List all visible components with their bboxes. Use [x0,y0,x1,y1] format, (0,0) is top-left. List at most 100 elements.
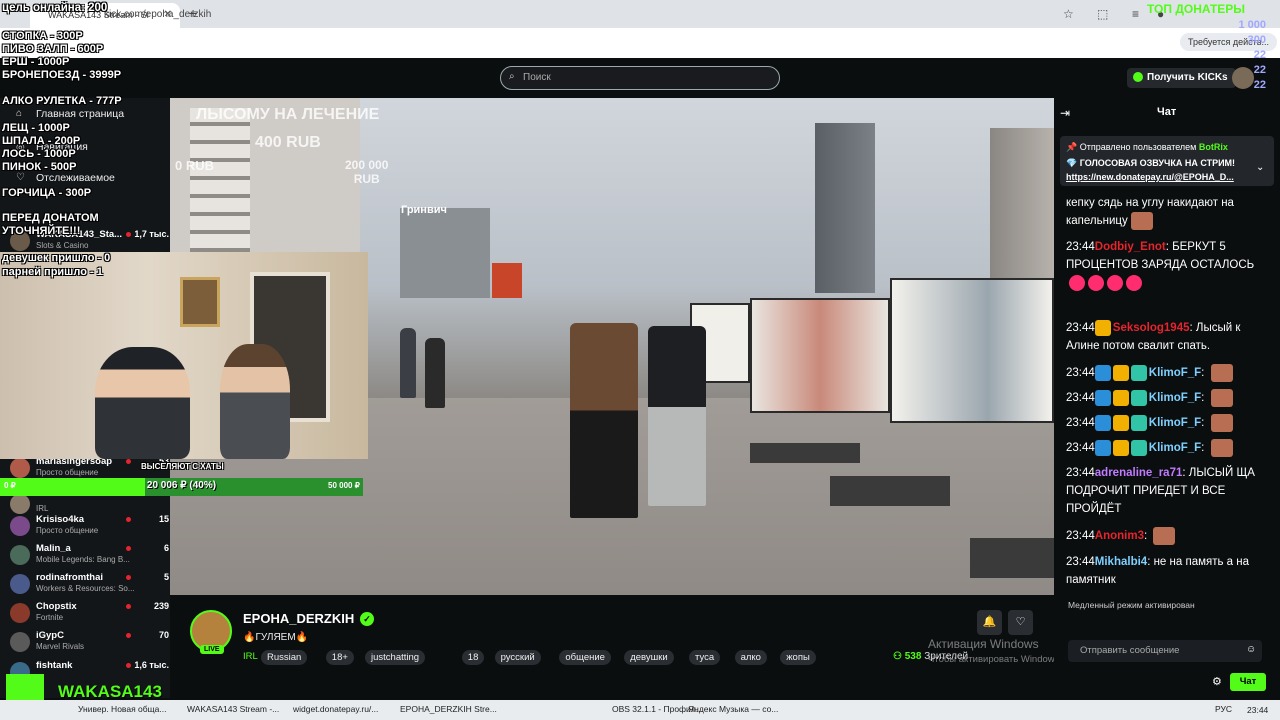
price-list-item: СТОПКА - 300Р [2,30,83,42]
message-username[interactable]: KlimoF_F [1149,417,1201,429]
message-time: 23:44 [1066,417,1095,430]
webcam-overlay [0,252,368,459]
taskbar-item[interactable]: EPOHA_DERZKIH Stre... [400,704,497,714]
message-colon: : [1201,442,1208,455]
channel-viewer-count: 1,7 тыс. [134,229,169,239]
get-kicks-button[interactable]: Получить KICKs [1127,68,1236,88]
message-username[interactable]: KlimoF_F [1149,442,1201,454]
chevron-down-icon[interactable]: ⌄ [1256,162,1264,173]
face-emote-icon [1130,212,1153,230]
exhibit-board [890,278,1054,423]
bookmark-star-icon[interactable]: ☆ [1063,7,1074,21]
gear-icon[interactable]: ⚙ [1212,675,1222,688]
stream-tag[interactable]: 18 [461,650,485,665]
media-list-icon[interactable]: ≡ [1132,7,1139,21]
verified-icon: ✓ [360,612,374,626]
sidebar-item-home[interactable]: Главная страница [36,108,124,120]
stream-tag[interactable]: туса [689,650,721,665]
channel-avatar [10,516,30,536]
send-chat-button[interactable]: Чат [1230,673,1266,691]
sub-badge-icon [1130,365,1147,381]
stream-tag[interactable]: девушки [624,650,674,665]
pinned-text: ГОЛОСОВАЯ ОЗВУЧКА НА СТРИМ! [1079,158,1236,168]
top-donator-amount: 1 000 [1238,19,1266,31]
collapse-chat-icon[interactable]: ⇥ [1060,106,1070,120]
price-list-item: ЛЕЩ - 1000Р [2,122,70,134]
taskbar-item[interactable]: WAKASA143 Stream -... [187,704,279,714]
face-emote-icon [1210,364,1233,382]
message-time: 23:44 [1066,392,1095,405]
chat-message: 23:44Mikhalbi4: не на память а на памятн… [1066,553,1266,589]
top-donator-amount: 22 [1253,49,1266,61]
channel-viewer-count: 5 [163,572,169,582]
progress-label: 20 006 ₽ (40%) [146,480,217,491]
stream-tag[interactable]: общение [559,650,611,665]
stream-category[interactable]: IRL [243,651,258,662]
heart-emote-icon [1069,274,1085,291]
sidebar-channel[interactable]: Krisiso4ka Просто общение 15 [10,514,169,538]
stream-tag[interactable]: Russian [261,650,308,665]
message-colon: : [1201,367,1208,380]
pinned-link[interactable]: https://new.donatepay.ru/@EPOHA_D... [1066,172,1234,182]
message-time: 23:44 [1066,467,1095,479]
message-username[interactable]: KlimoF_F [1149,367,1201,379]
chat-input[interactable]: Отправить сообщение [1068,640,1262,662]
stream-tag[interactable]: 18+ [325,650,354,665]
sidebar-item-following[interactable]: Отслеживаемое [36,172,115,184]
channel-category: Просто общение [36,526,99,535]
channel-category: Mobile Legends: Bang B... [36,555,130,564]
crown-icon [1112,365,1129,381]
sidebar-channel[interactable]: Chopstix Fortnite 239 [10,601,169,625]
sub-badge-icon [1130,390,1147,406]
face-emote-icon [1210,389,1233,407]
stream-tag[interactable]: жопы [780,650,816,665]
streamer-name[interactable]: EPOHA_DERZKIH [243,611,354,626]
price-list-item: БРОНЕПОЕЗД - 3999Р [2,69,122,81]
sidebar-channel[interactable]: rodinafromthai Workers & Resources: So...… [10,572,169,596]
channel-name: iGypC [36,630,64,641]
stream-tag[interactable]: justchatting [365,650,426,665]
live-dot-icon [126,459,131,464]
taskbar-item[interactable]: Яндекс Музыка — со... [688,704,778,714]
language-indicator[interactable]: РУС [1215,704,1232,714]
channel-name: Malin_a [36,543,71,554]
channel-category: Fortnite [36,613,64,622]
online-goal-text: цель онлайна: 200 [2,2,108,14]
pinned-user[interactable]: BotRix [1199,142,1228,152]
message-username[interactable]: KlimoF_F [1149,392,1201,404]
message-username[interactable]: adrenaline_ra71 [1095,467,1183,479]
slowmode-notice: Медленный режим активирован [1068,600,1195,610]
person-black-jacket [648,326,706,506]
taskbar-item[interactable]: widget.donatepay.ru/... [293,704,378,714]
bell-icon[interactable]: 🔔 [977,610,1002,635]
clock: 23:44 [1247,705,1269,715]
extensions-icon[interactable]: ⬚ [1097,7,1108,21]
live-dot-icon [126,663,131,668]
sidebar-channel[interactable]: Malin_a Mobile Legends: Bang B... 6 [10,543,169,567]
taskbar-item[interactable]: Универ. Новая обща... [78,704,166,714]
sidebar-channel[interactable]: iGypC Marvel Rivals 70 [10,630,169,654]
chat-message: 23:44 Seksolog1945: Лысый к Алине потом с… [1066,319,1266,355]
message-username[interactable]: Anonim3 [1095,530,1144,542]
search-input[interactable]: Поиск [500,66,780,90]
channel-category: Workers & Resources: So... [36,584,135,593]
webcam-person [95,347,190,459]
crown-icon [1112,390,1129,406]
message-time: 23:44 [1066,367,1095,380]
channel-viewer-count: 6 [163,543,169,553]
channel-name: Chopstix [36,601,77,612]
url-field[interactable]: kick.com/epoha_derzkih [104,9,211,20]
message-username[interactable]: Mikhalbi4 [1095,556,1147,568]
message-username[interactable]: Seksolog1945 [1113,322,1190,334]
windows-activation-title: Активация Windows [928,637,1039,651]
pedestrian [400,328,416,398]
billboard [492,263,522,298]
follow-heart-icon[interactable]: ♡ [1008,610,1033,635]
stream-tag[interactable]: русский [494,650,541,665]
message-username[interactable]: Dodbiy_Enot [1095,241,1166,253]
badge-icon [1094,365,1111,381]
emoji-icon[interactable]: ☺ [1246,644,1256,655]
channel-category: Просто общение [36,468,99,477]
top-donator-amount: 300 [1247,34,1266,46]
stream-tag[interactable]: алко [734,650,767,665]
